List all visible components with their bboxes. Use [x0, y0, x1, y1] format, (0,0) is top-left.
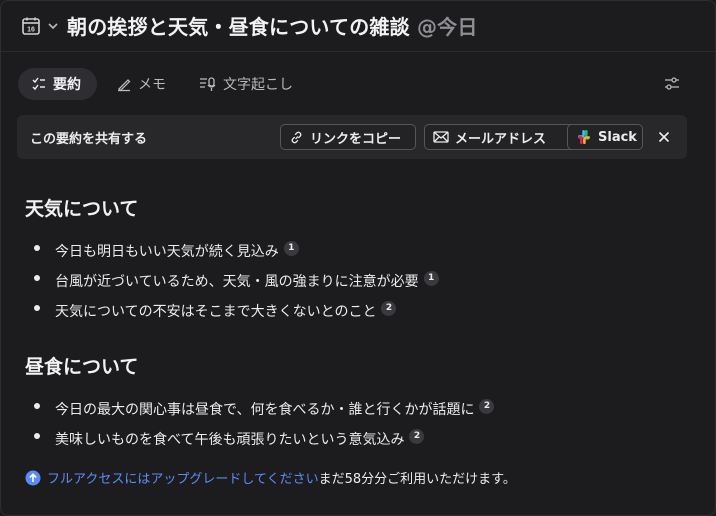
summary-checklist-icon	[32, 77, 45, 91]
copy-link-label: リンクをコピー	[310, 131, 402, 147]
list-item: 今日も明日もいい天気が続く見込み 1	[1, 237, 439, 267]
tab-summary-label: 要約	[53, 77, 81, 93]
tab-memo[interactable]: メモ	[116, 68, 166, 100]
reference-badge[interactable]: 2	[409, 428, 425, 444]
pen-icon	[118, 79, 131, 92]
reference-badge[interactable]: 2	[381, 300, 397, 316]
copy-link-button[interactable]: リンクをコピー	[280, 124, 416, 150]
lunch-bullet-list: 今日の最大の関心事は昼食で、何を食べるか・誰と行くかが話題に 2 美味しいものを…	[1, 395, 495, 455]
list-item: 美味しいものを食べて午後も頑張りたいという意気込み 2	[1, 425, 494, 455]
upgrade-notice: フルアクセスにはアップグレードしてください まだ58分分ご利用いただけます。	[25, 468, 516, 487]
calendar-16-icon[interactable]: 16	[21, 16, 41, 36]
remaining-minutes-text: まだ58分分ご利用いただけます。	[318, 472, 516, 487]
tab-memo-label: メモ	[138, 77, 166, 93]
header: 16 朝の挨拶と天気・昼食についての雑談 @今日	[1, 1, 715, 52]
list-item: 天気についての不安はそこまで大きくないとのこと 2	[1, 297, 439, 327]
section-title-weather: 天気について	[25, 198, 139, 220]
reference-badge[interactable]: 2	[479, 398, 495, 414]
bullet-text: 今日の最大の関心事は昼食で、何を食べるか・誰と行くかが話題に	[55, 402, 475, 418]
tab-transcript-label: 文字起こし	[223, 77, 293, 93]
tab-summary[interactable]: 要約	[18, 68, 97, 100]
svg-text:16: 16	[27, 27, 35, 34]
title-date: @今日	[416, 15, 478, 39]
email-share-label: メールアドレス	[455, 131, 547, 147]
link-icon	[291, 131, 302, 143]
weather-bullet-list: 今日も明日もいい天気が続く見込み 1 台風が近づいているため、天気・風の強まりに…	[1, 237, 439, 327]
email-share-button[interactable]: メールアドレス	[424, 124, 575, 150]
list-item: 今日の最大の関心事は昼食で、何を食べるか・誰と行くかが話題に 2	[1, 395, 495, 425]
upgrade-arrow-icon	[25, 470, 41, 485]
bullet-text: 今日も明日もいい天気が続く見込み	[55, 244, 279, 260]
share-label: この要約を共有する	[30, 132, 148, 147]
transcript-mic-icon	[200, 77, 216, 91]
bullet-text: 天気についての不安はそこまで大きくないとのこと	[55, 304, 377, 320]
page-title: 朝の挨拶と天気・昼食についての雑談 @今日	[67, 11, 478, 40]
meeting-summary-window: 16 朝の挨拶と天気・昼食についての雑談 @今日 要約 メモ 文字起こし この要…	[0, 0, 716, 516]
slack-share-button[interactable]: Slack	[567, 124, 643, 150]
reference-badge[interactable]: 1	[423, 270, 439, 286]
title-text: 朝の挨拶と天気・昼食についての雑談	[67, 15, 410, 39]
mail-icon	[433, 131, 449, 143]
close-icon[interactable]	[658, 131, 670, 143]
list-item: 台風が近づいているため、天気・風の強まりに注意が必要 1	[1, 267, 439, 297]
bullet-text: 台風が近づいているため、天気・風の強まりに注意が必要	[55, 274, 419, 290]
reference-badge[interactable]: 1	[283, 240, 299, 256]
chevron-down-icon[interactable]	[47, 20, 59, 32]
section-title-lunch: 昼食について	[25, 356, 139, 378]
slack-share-label: Slack	[598, 129, 637, 145]
share-bar: この要約を共有する リンクをコピー メールアドレス Slack	[17, 115, 687, 159]
sliders-settings-icon[interactable]	[663, 75, 681, 93]
bullet-text: 美味しいものを食べて午後も頑張りたいという意気込み	[55, 432, 405, 448]
slack-icon	[578, 130, 590, 144]
tab-transcript[interactable]: 文字起こし	[199, 68, 293, 100]
upgrade-link[interactable]: フルアクセスにはアップグレードしてください	[47, 468, 319, 487]
